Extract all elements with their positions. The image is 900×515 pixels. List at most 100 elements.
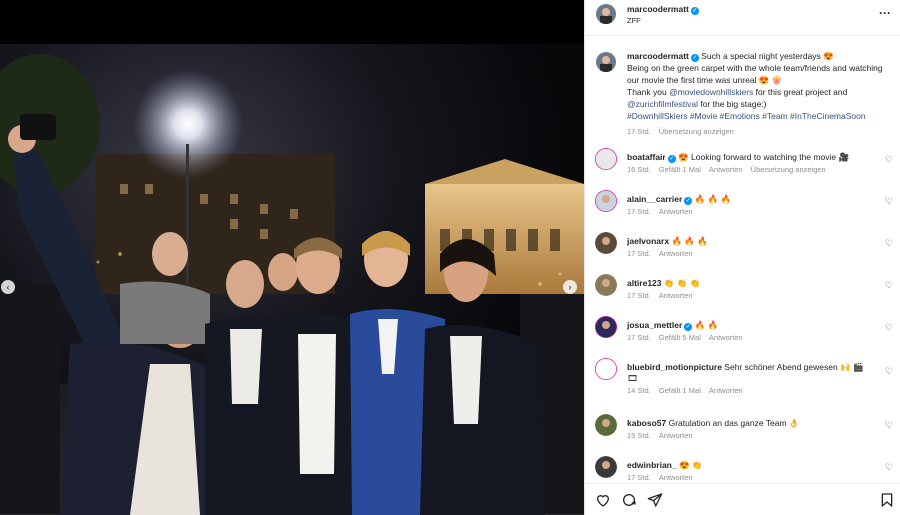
commenter-username[interactable]: bluebird_motionpicture bbox=[627, 362, 722, 372]
comment-item: jaelvonarx 🔥 🔥 🔥 17 Std. Antworten ♡ bbox=[585, 232, 900, 274]
comment-time[interactable]: 17 Std. bbox=[627, 207, 651, 216]
caption-avatar[interactable] bbox=[596, 52, 616, 72]
heart-icon bbox=[596, 495, 610, 507]
comment-like-button[interactable]: ♡ bbox=[885, 196, 893, 207]
comment-meta: 17 Std. Gefällt 5 Mal Antworten bbox=[627, 333, 751, 342]
caption-thank-prefix: Thank you bbox=[627, 87, 670, 97]
comment-like-button[interactable]: ♡ bbox=[885, 238, 893, 249]
comment-body: edwinbrian_ 😍 👏 bbox=[627, 460, 875, 471]
comment-likes[interactable]: Gefällt 5 Mal bbox=[659, 333, 701, 342]
comment-time[interactable]: 17 Std. bbox=[627, 249, 651, 258]
commenter-username[interactable]: alain__carrier bbox=[627, 194, 682, 204]
commenter-avatar[interactable] bbox=[595, 414, 617, 436]
comment-body: josua_mettler ✓ 🔥 🔥 bbox=[627, 320, 875, 331]
comment-text: 👏 👏 👏 bbox=[663, 278, 701, 288]
heart-icon: ♡ bbox=[884, 196, 893, 206]
selfie-photo-illustration bbox=[0, 54, 584, 515]
commenter-avatar[interactable] bbox=[595, 190, 617, 212]
comment-like-button[interactable]: ♡ bbox=[885, 322, 893, 333]
comment-icon bbox=[623, 494, 636, 506]
like-button[interactable] bbox=[595, 492, 611, 508]
caption-hashtags[interactable]: #DownhillSkiers #Movie #Emotions #Team #… bbox=[627, 110, 889, 122]
caption-thanks: Thank you @moviedownhillskiers for this … bbox=[627, 86, 889, 98]
comment-like-button[interactable]: ♡ bbox=[885, 462, 893, 473]
comment-meta: 17 Std. Antworten bbox=[627, 249, 701, 258]
comment-item: kaboso57 Gratulation an das ganze Team 👌… bbox=[585, 414, 900, 456]
verified-badge-icon: ✓ bbox=[690, 7, 699, 15]
previous-photo-button[interactable]: ‹ bbox=[1, 280, 15, 294]
commenter-avatar[interactable] bbox=[595, 274, 617, 296]
commenter-username[interactable]: kaboso57 bbox=[627, 418, 666, 428]
comment-text: 🔥 🔥 bbox=[694, 320, 719, 330]
comment-item: altire123 👏 👏 👏 17 Std. Antworten ♡ bbox=[585, 274, 900, 316]
caption-line2: Being on the green carpet with the whole… bbox=[627, 63, 883, 85]
commenter-username[interactable]: altire123 bbox=[627, 278, 662, 288]
more-icon: ··· bbox=[879, 6, 891, 20]
chevron-right-icon: › bbox=[568, 282, 572, 292]
comment-like-button[interactable]: ♡ bbox=[885, 154, 893, 165]
comment-body: jaelvonarx 🔥 🔥 🔥 bbox=[627, 236, 875, 247]
comment-button[interactable] bbox=[621, 492, 637, 508]
share-button[interactable] bbox=[647, 492, 663, 508]
heart-icon: ♡ bbox=[884, 154, 893, 164]
comment-time[interactable]: 17 Std. bbox=[627, 291, 651, 300]
reply-button[interactable]: Antworten bbox=[659, 291, 693, 300]
translate-comment-link[interactable]: Übersetzung anzeigen bbox=[751, 165, 826, 174]
comment-like-button[interactable]: ♡ bbox=[885, 366, 893, 377]
comment-time[interactable]: 15 Std. bbox=[627, 431, 651, 440]
caption-line1: Such a special night yesterdays 😍 bbox=[701, 51, 834, 61]
heart-icon: ♡ bbox=[884, 238, 893, 248]
author-username-row[interactable]: marcoodermatt ✓ bbox=[627, 4, 699, 15]
caption-time[interactable]: 17 Std. bbox=[627, 127, 651, 136]
caption-meta: 17 Std. Übersetzung anzeigen bbox=[627, 126, 889, 138]
comment-like-button[interactable]: ♡ bbox=[885, 420, 893, 431]
comment-time[interactable]: 16 Std. bbox=[627, 165, 651, 174]
reply-button[interactable]: Antworten bbox=[709, 165, 743, 174]
action-bar bbox=[585, 483, 900, 515]
comment-like-button[interactable]: ♡ bbox=[885, 280, 893, 291]
caption-body: marcoodermatt ✓ Such a special night yest… bbox=[627, 50, 889, 138]
commenter-avatar[interactable] bbox=[595, 148, 617, 170]
author-username[interactable]: marcoodermatt bbox=[627, 4, 689, 14]
comment-time[interactable]: 17 Std. bbox=[627, 473, 651, 482]
reply-button[interactable]: Antworten bbox=[659, 473, 693, 482]
reply-button[interactable]: Antworten bbox=[659, 431, 693, 440]
reply-button[interactable]: Antworten bbox=[659, 207, 693, 216]
mention-moviedownhillskiers[interactable]: @moviedownhillskiers bbox=[669, 87, 753, 97]
reply-button[interactable]: Antworten bbox=[709, 386, 743, 395]
post-location[interactable]: ZFF bbox=[627, 16, 641, 25]
author-avatar[interactable] bbox=[596, 4, 616, 24]
translate-caption-link[interactable]: Übersetzung anzeigen bbox=[659, 127, 734, 136]
commenter-username[interactable]: edwinbrian_ bbox=[627, 460, 677, 470]
commenter-username[interactable]: josua_mettler bbox=[627, 320, 682, 330]
caption-username[interactable]: marcoodermatt bbox=[627, 51, 689, 61]
comment-text: 😍 👏 bbox=[678, 460, 703, 470]
commenter-avatar[interactable] bbox=[595, 456, 617, 478]
commenter-avatar[interactable] bbox=[595, 358, 617, 380]
comment-body: bluebird_motionpicture Sehr schöner Aben… bbox=[627, 362, 875, 384]
comment-meta: 14 Std. Gefällt 1 Mal Antworten bbox=[627, 386, 751, 395]
comment-meta: 17 Std. Antworten bbox=[627, 473, 701, 482]
comment-text: 😍 Looking forward to watching the movie … bbox=[678, 152, 850, 162]
chevron-left-icon: ‹ bbox=[6, 282, 10, 292]
more-options-button[interactable]: ··· bbox=[879, 6, 891, 20]
comment-likes[interactable]: Gefällt 1 Mal bbox=[659, 165, 701, 174]
commenter-username[interactable]: jaelvonarx bbox=[627, 236, 669, 246]
commenter-avatar[interactable] bbox=[595, 232, 617, 254]
verified-badge-icon: ✓ bbox=[667, 155, 676, 163]
verified-badge-icon: ✓ bbox=[684, 323, 693, 331]
commenter-username[interactable]: boataffair bbox=[627, 152, 666, 162]
save-button[interactable] bbox=[879, 492, 895, 508]
post-photo[interactable] bbox=[0, 44, 584, 515]
verified-badge-icon: ✓ bbox=[690, 54, 699, 62]
commenter-avatar[interactable] bbox=[595, 316, 617, 338]
comment-time[interactable]: 17 Std. bbox=[627, 333, 651, 342]
comment-item: josua_mettler ✓ 🔥 🔥 17 Std. Gefällt 5 Mal An… bbox=[585, 316, 900, 358]
mention-zurichfilmfestival[interactable]: @zurichfilmfestival bbox=[627, 99, 698, 109]
reply-button[interactable]: Antworten bbox=[709, 333, 743, 342]
comment-likes[interactable]: Gefällt 1 Mal bbox=[659, 386, 701, 395]
comment-time[interactable]: 14 Std. bbox=[627, 386, 651, 395]
reply-button[interactable]: Antworten bbox=[659, 249, 693, 258]
next-photo-button[interactable]: › bbox=[563, 280, 577, 294]
comment-item: boataffair ✓ 😍 Looking forward to watchin… bbox=[585, 148, 900, 190]
